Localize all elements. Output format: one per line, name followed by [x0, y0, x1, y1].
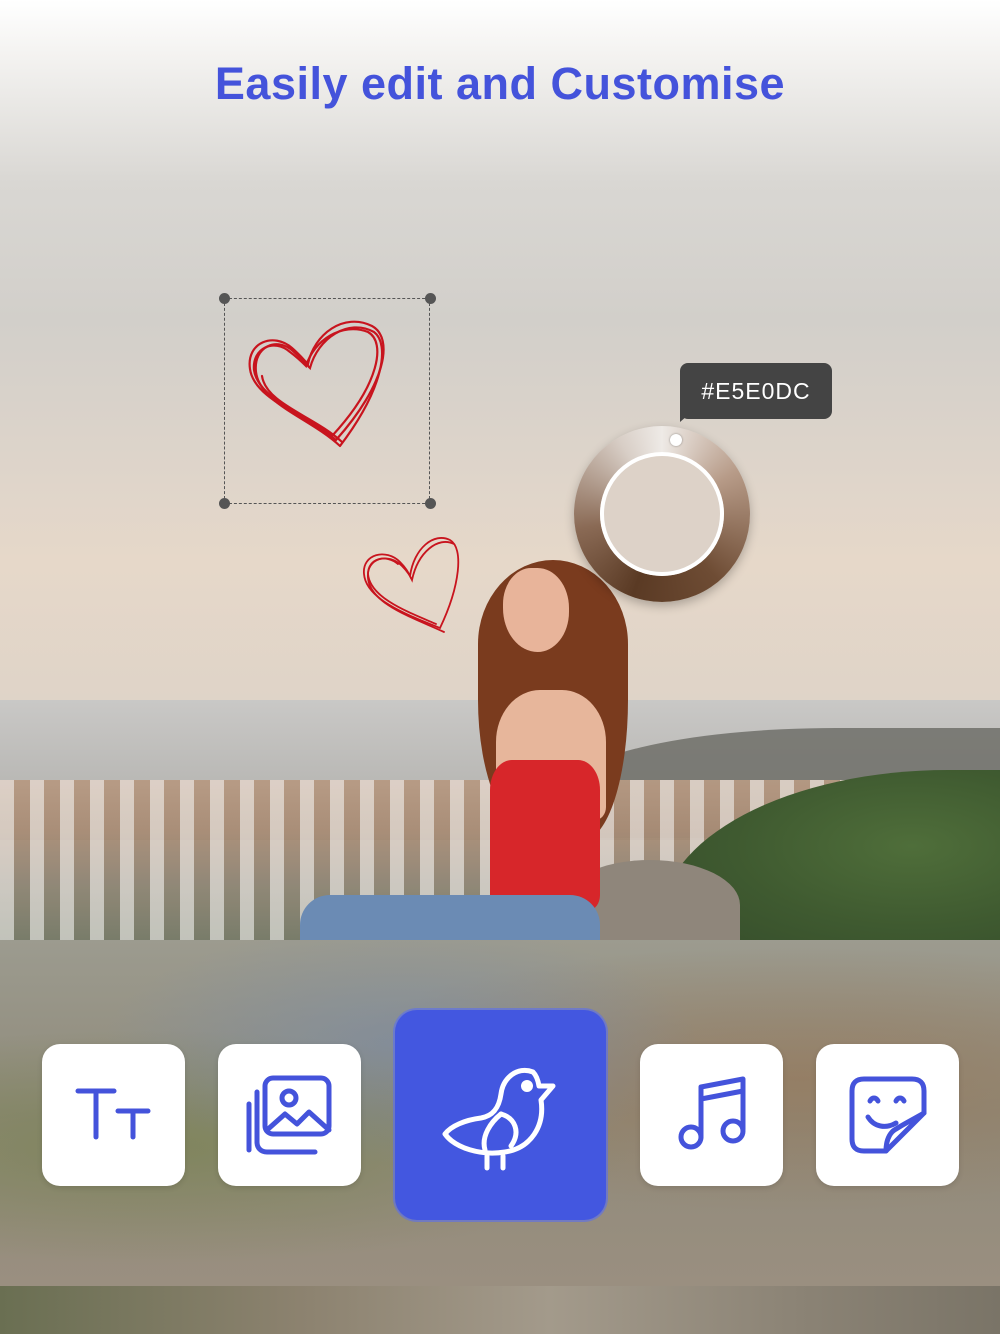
color-tooltip-tail: [680, 410, 694, 422]
resize-handle-top-left[interactable]: [219, 293, 230, 304]
woman-face: [503, 568, 569, 652]
woman-dress: [490, 760, 600, 910]
photo-bottom-strip: [0, 1286, 1000, 1334]
text-size-icon: [75, 1088, 150, 1140]
color-hex-tooltip: #E5E0DC: [680, 363, 832, 419]
resize-handle-bottom-right[interactable]: [425, 498, 436, 509]
color-picker-ring[interactable]: [574, 426, 750, 602]
page-headline: Easily edit and Customise: [214, 58, 786, 109]
photo-gallery-icon: [246, 1075, 331, 1155]
resize-handle-top-right[interactable]: [425, 293, 436, 304]
color-preview-swatch: [600, 452, 724, 576]
animal-sticker-tool-button[interactable]: [395, 1010, 606, 1220]
text-tool-button[interactable]: [42, 1044, 185, 1186]
heart-sticker-small[interactable]: [360, 530, 464, 634]
music-tool-button[interactable]: [640, 1044, 783, 1186]
sticker-icon: [849, 1076, 926, 1154]
music-note-icon: [678, 1076, 745, 1150]
sticker-tool-button[interactable]: [816, 1044, 959, 1186]
image-tool-button[interactable]: [218, 1044, 361, 1186]
heart-sticker-large[interactable]: [244, 314, 394, 464]
color-picker-handle[interactable]: [670, 434, 682, 446]
resize-handle-bottom-left[interactable]: [219, 498, 230, 509]
bird-icon: [442, 1068, 555, 1171]
